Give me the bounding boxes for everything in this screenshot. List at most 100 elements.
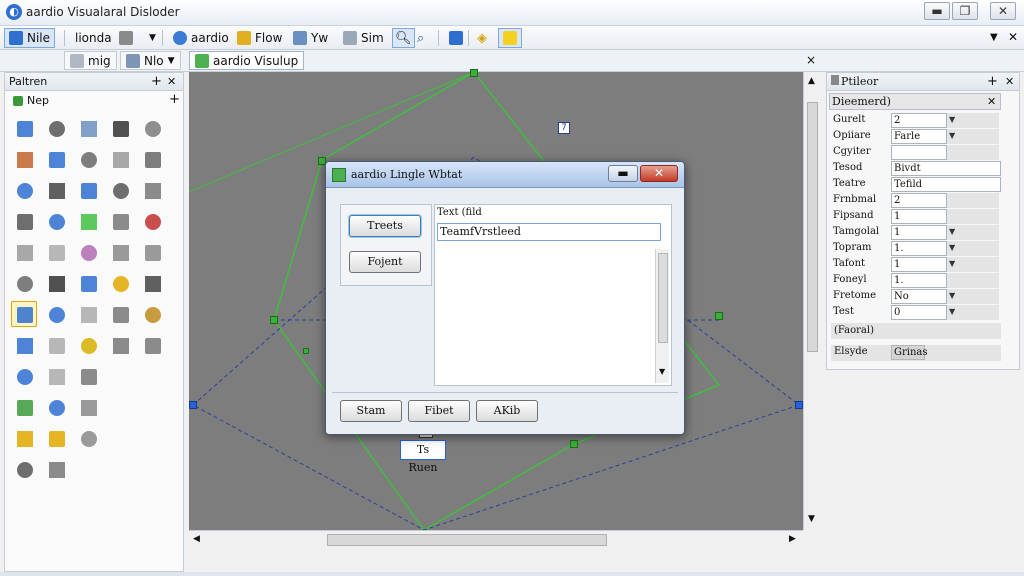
tool-pencil[interactable]	[43, 177, 69, 203]
resize-handle[interactable]	[303, 348, 309, 354]
tool-panel[interactable]	[11, 363, 37, 389]
property-value[interactable]: No	[891, 289, 947, 304]
tool-pointer[interactable]	[11, 115, 37, 141]
tool-list[interactable]	[11, 177, 37, 203]
tool-grid-x[interactable]	[75, 425, 101, 451]
property-footer-row[interactable]: Elsyde Grinas	[831, 345, 1001, 361]
minimize-button[interactable]: ▬	[924, 2, 950, 20]
tool-gear[interactable]	[75, 146, 101, 172]
tool-slider[interactable]	[107, 301, 133, 327]
tool-move[interactable]	[43, 394, 69, 420]
tool-cursor[interactable]	[11, 332, 37, 358]
property-value[interactable]: 1	[891, 225, 947, 240]
fojent-button[interactable]: Fojent	[349, 251, 421, 273]
property-row[interactable]: Tamgolal 1 ▼	[831, 225, 1003, 241]
tool-eraser[interactable]	[107, 177, 133, 203]
tool-plus[interactable]	[139, 332, 165, 358]
object-close-icon[interactable]: ✕	[987, 95, 996, 108]
property-row[interactable]: Frnbmal 2	[831, 193, 1003, 209]
tool-link[interactable]	[75, 177, 101, 203]
tool-dash[interactable]	[107, 208, 133, 234]
node-label[interactable]: Ts Ruen	[400, 440, 446, 474]
property-value[interactable]: 1	[891, 257, 947, 272]
tool-arrow-up[interactable]	[75, 208, 101, 234]
settings-button[interactable]	[444, 28, 468, 48]
resize-handle[interactable]	[570, 440, 578, 448]
close-icon[interactable]: ✕	[167, 75, 176, 88]
tab-aardio-visulup[interactable]: aardio Visulup	[189, 51, 305, 70]
scroll-down-icon[interactable]: ▼	[808, 514, 815, 524]
tool-line-diag[interactable]	[43, 270, 69, 296]
dialog-minimize-button[interactable]: ▬	[608, 165, 638, 182]
zoom-in-button[interactable]: 🔍︎	[392, 28, 415, 48]
scroll-down-icon[interactable]: ▼	[659, 367, 665, 376]
resize-handle[interactable]	[715, 312, 723, 320]
property-value[interactable]: 1.	[891, 273, 947, 288]
node-marker[interactable]: 7	[558, 122, 570, 134]
chevron-down-icon[interactable]: ▼	[949, 115, 955, 124]
text-input[interactable]: TeamfVrstleed	[437, 223, 661, 241]
property-value[interactable]: Tefild	[891, 177, 1001, 192]
tool-brush-small[interactable]	[75, 332, 101, 358]
property-section[interactable]: (Faoral)	[831, 323, 1001, 339]
tool-table[interactable]	[11, 270, 37, 296]
tool-pipe[interactable]	[139, 270, 165, 296]
chevron-down-icon[interactable]: ▼	[949, 131, 955, 140]
property-row[interactable]: Opiiare Farle ▼	[831, 129, 1003, 145]
property-row[interactable]: Teatre Tefild	[831, 177, 1003, 193]
tool-frame[interactable]	[139, 177, 165, 203]
treets-button[interactable]: Treets	[349, 215, 421, 237]
sim-button[interactable]: Sim	[338, 28, 389, 48]
expand-icon[interactable]: +	[169, 92, 180, 107]
tools-dropdown[interactable]: ▼	[114, 28, 161, 48]
resize-handle[interactable]	[470, 69, 478, 77]
tool-cog[interactable]	[107, 239, 133, 265]
tool-wrench[interactable]	[139, 146, 165, 172]
chevron-down-icon[interactable]: ▼	[949, 243, 955, 252]
tool-node[interactable]	[107, 332, 133, 358]
tool-table-2[interactable]	[43, 456, 69, 482]
pin-icon[interactable]: +	[987, 74, 998, 89]
property-value[interactable]: 2	[891, 193, 947, 208]
scroll-left-icon[interactable]: ◀	[193, 534, 200, 544]
tool-image[interactable]	[75, 115, 101, 141]
tool-arrow-right[interactable]	[139, 115, 165, 141]
tool-chart-2[interactable]	[11, 394, 37, 420]
object-selector[interactable]: Dieemerd)	[829, 93, 1001, 110]
property-row[interactable]: Tafont 1 ▼	[831, 257, 1003, 273]
tool-brush[interactable]	[107, 115, 133, 141]
tool-chart[interactable]	[75, 270, 101, 296]
text-scroll-thumb[interactable]	[658, 253, 668, 343]
tool-axis[interactable]	[139, 208, 165, 234]
tool-select[interactable]	[43, 115, 69, 141]
tool-page[interactable]	[107, 146, 133, 172]
property-row[interactable]: Topram 1. ▼	[831, 241, 1003, 257]
chevron-down-icon[interactable]: ▼	[949, 259, 955, 268]
property-row[interactable]: Tesod Bivdt	[831, 161, 1003, 177]
property-row[interactable]: Gurelt 2 ▼	[831, 113, 1003, 129]
tool-building[interactable]	[11, 239, 37, 265]
layout-button[interactable]: lionda	[70, 28, 117, 48]
text-scrollbar[interactable]: ▼	[655, 249, 669, 383]
view-button[interactable]: Yw	[288, 28, 333, 48]
anchor-handle[interactable]	[795, 401, 803, 409]
property-row[interactable]: Foneyl 1.	[831, 273, 1003, 289]
tool-arrow-left[interactable]	[43, 301, 69, 327]
tool-cube[interactable]	[139, 239, 165, 265]
property-row[interactable]: Fretome No ▼	[831, 289, 1003, 305]
resize-handle[interactable]	[270, 316, 278, 324]
property-value[interactable]: Farle	[891, 129, 947, 144]
fibet-button[interactable]: Fibet	[408, 400, 470, 422]
dialog-title-bar[interactable]: aardio Lingle Wbtat ▬ ✕	[326, 162, 684, 188]
chevron-down-icon[interactable]: ▼	[949, 307, 955, 316]
property-row[interactable]: Test 0 ▼	[831, 305, 1003, 321]
tool-pen[interactable]	[11, 146, 37, 172]
tool-column-x[interactable]	[139, 301, 165, 327]
palette-group[interactable]: Nep	[13, 94, 49, 107]
tool-form[interactable]	[11, 301, 37, 327]
tool-key[interactable]	[107, 270, 133, 296]
close-icon[interactable]: ✕	[1005, 75, 1014, 88]
vertical-scroll-thumb[interactable]	[807, 102, 818, 352]
tool-box[interactable]	[75, 301, 101, 327]
scroll-up-icon[interactable]: ▲	[808, 76, 815, 86]
